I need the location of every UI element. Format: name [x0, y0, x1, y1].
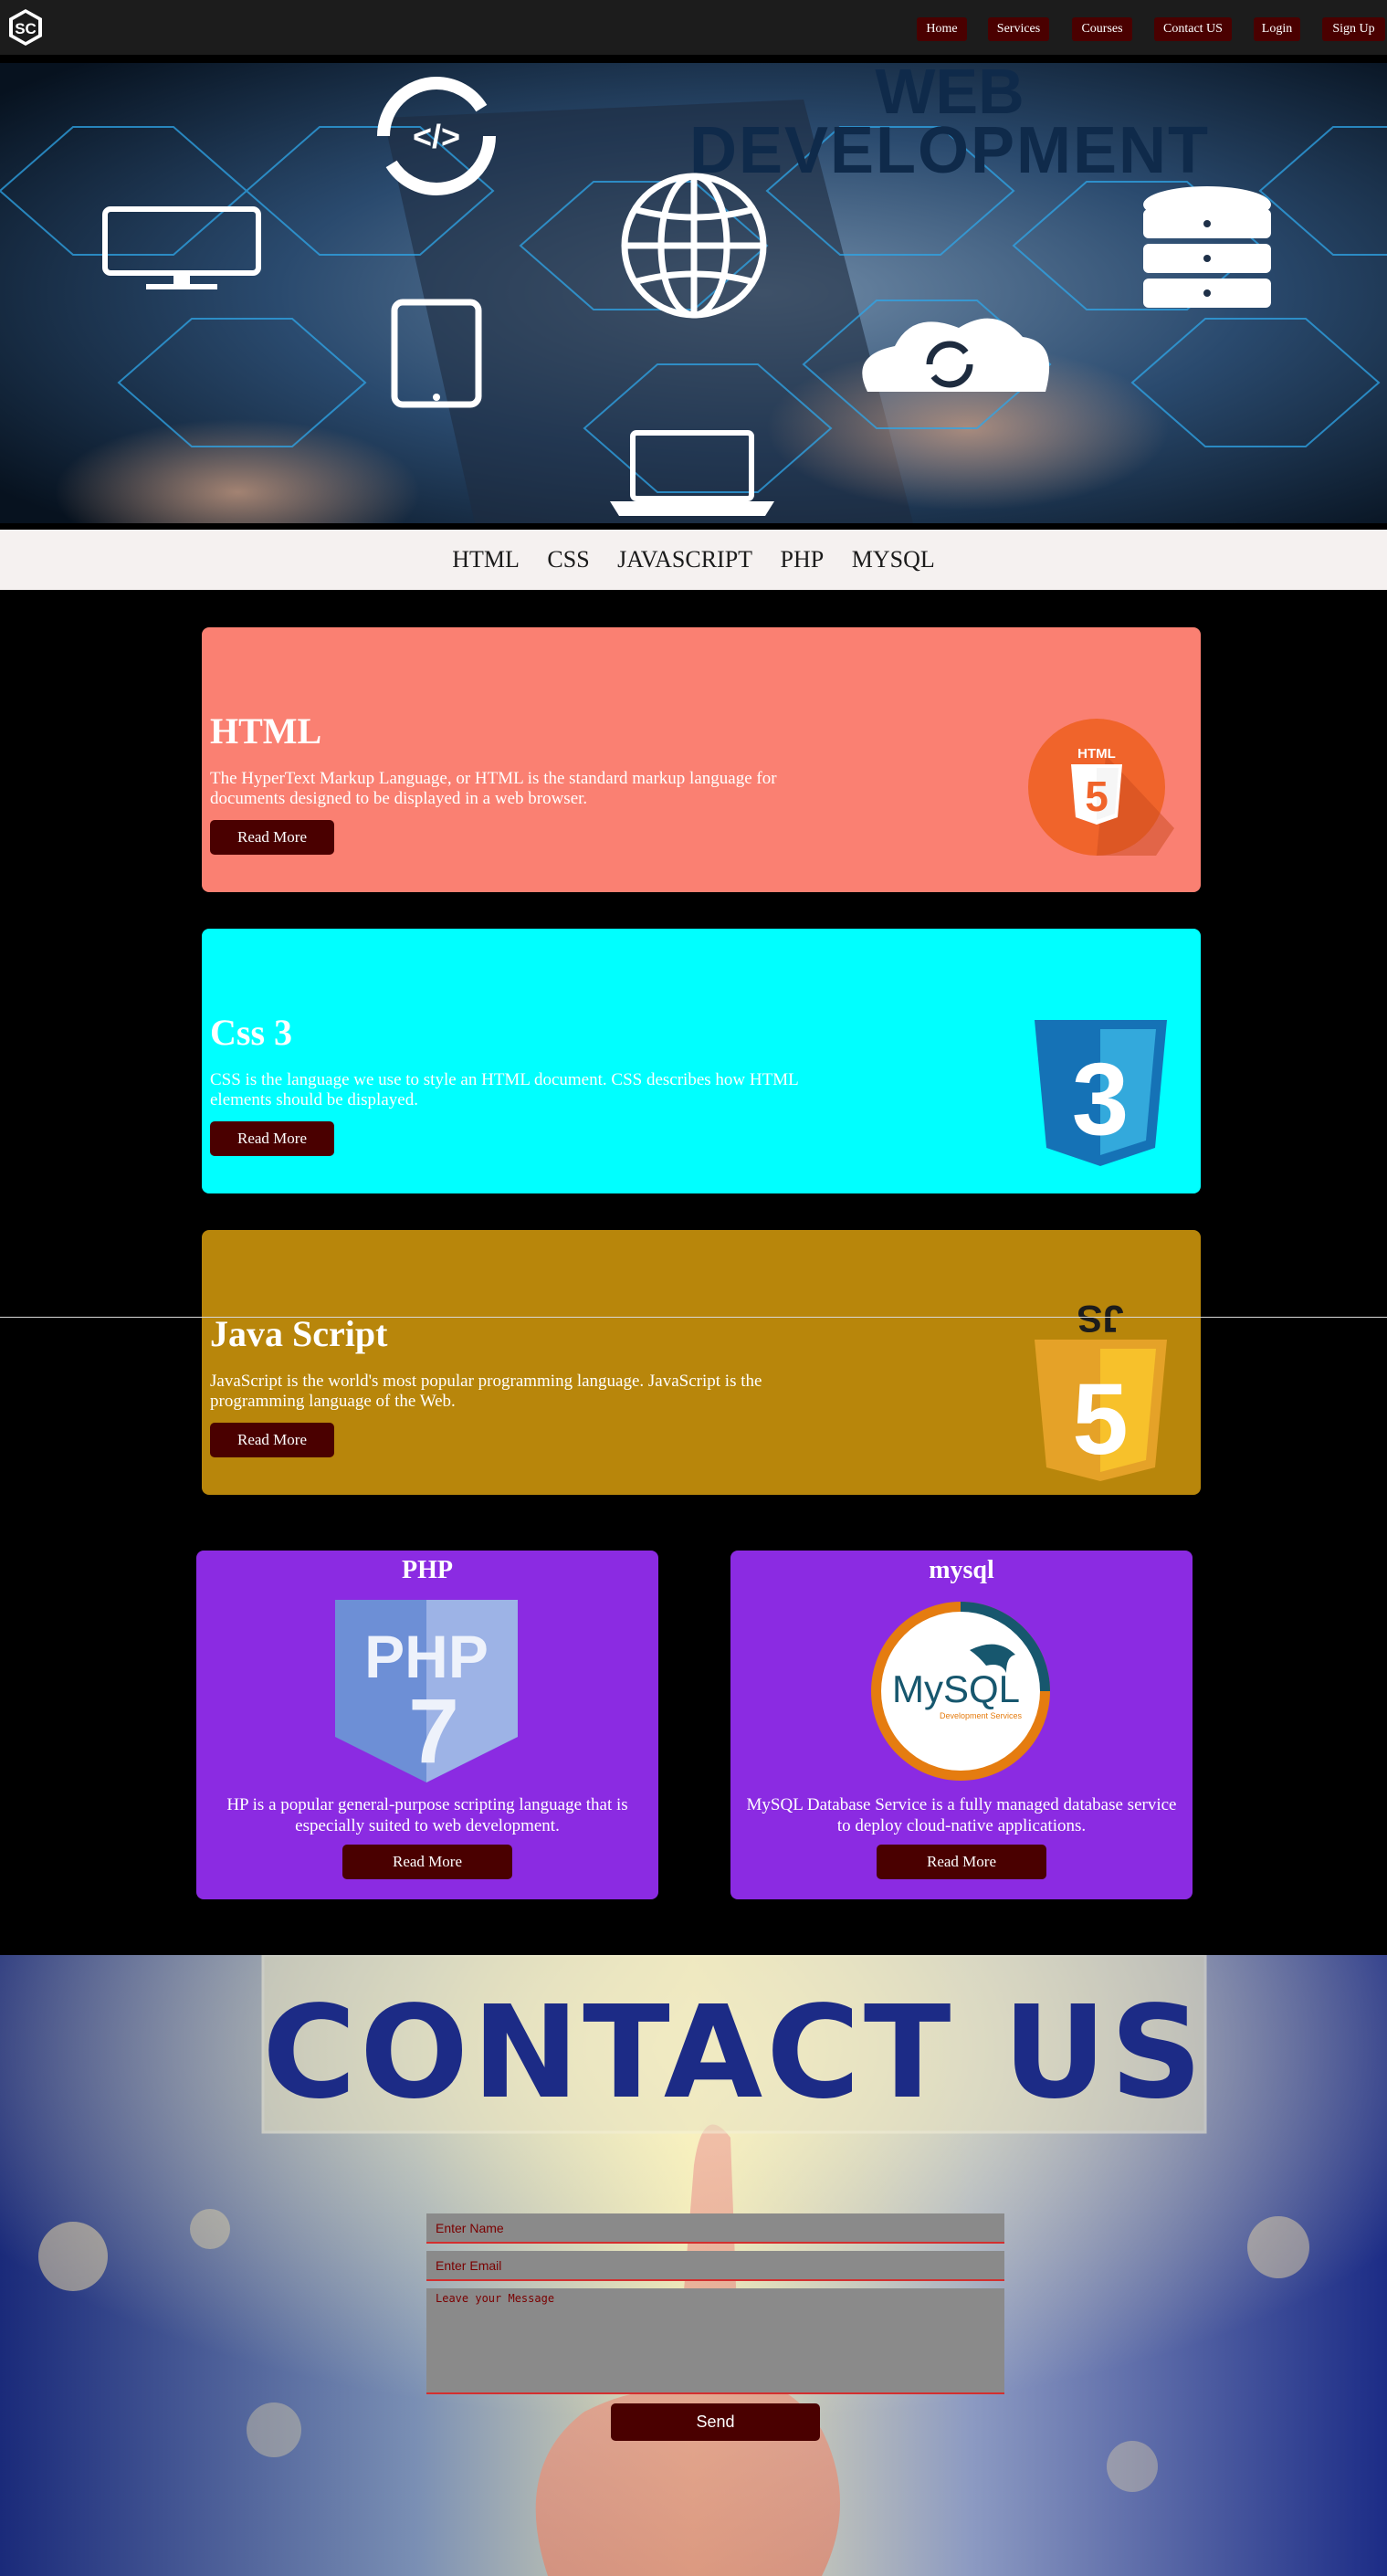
- top-navbar: SC Home Services Courses Contact US Logi…: [0, 0, 1387, 55]
- css-read-more-button[interactable]: Read More: [210, 1121, 334, 1156]
- html-card-description: The HyperText Markup Language, or HTML i…: [210, 769, 777, 808]
- php-read-more-button[interactable]: Read More: [342, 1845, 512, 1879]
- svg-text:3: 3: [1072, 1042, 1129, 1156]
- email-field[interactable]: [426, 2251, 1004, 2281]
- name-field[interactable]: [426, 2213, 1004, 2244]
- svg-text:MySQL: MySQL: [892, 1667, 1020, 1710]
- tech-link-css[interactable]: CSS: [547, 546, 589, 573]
- nav-login-button[interactable]: Login: [1254, 17, 1300, 41]
- svg-text:7: 7: [408, 1680, 459, 1782]
- svg-text:5: 5: [1085, 773, 1109, 820]
- send-button[interactable]: Send: [611, 2403, 820, 2441]
- php-card: PHP PHP 7 HP is a popular general-purpos…: [196, 1551, 658, 1899]
- svg-text:DEVELOPMENT: DEVELOPMENT: [689, 114, 1210, 187]
- message-textarea[interactable]: [426, 2288, 1004, 2392]
- mysql-logo-icon: MySQL Development Services: [871, 1602, 1050, 1781]
- globe-icon: [621, 173, 767, 319]
- javascript-read-more-button[interactable]: Read More: [210, 1423, 334, 1457]
- svg-text:JS: JS: [1077, 1299, 1123, 1341]
- nav-services-button[interactable]: Services: [988, 17, 1049, 41]
- css3-logo-icon: 3: [1035, 1020, 1167, 1166]
- nav-contact-button[interactable]: Contact US: [1154, 17, 1232, 41]
- hero-illustration: WEB DEVELOPMENT </>: [0, 63, 1387, 523]
- nav-home-button[interactable]: Home: [917, 17, 967, 41]
- css-card-description: CSS is the language we use to style an H…: [210, 1070, 798, 1109]
- mysql-card: mysql MySQL Development Services MySQL D…: [730, 1551, 1193, 1899]
- php7-logo-icon: PHP 7: [335, 1600, 518, 1782]
- database-icon: [1143, 186, 1271, 308]
- mysql-card-description: MySQL Database Service is a fully manage…: [746, 1795, 1177, 1835]
- html-card-title: HTML: [210, 710, 322, 752]
- mysql-card-title: mysql: [929, 1556, 994, 1584]
- email-input[interactable]: [426, 2251, 1004, 2279]
- hero-banner: WEB DEVELOPMENT </>: [0, 63, 1387, 523]
- nav-signup-button[interactable]: Sign Up: [1322, 17, 1385, 41]
- javascript-logo-icon: JS 5: [1035, 1299, 1167, 1481]
- tech-link-php[interactable]: PHP: [781, 546, 825, 573]
- html-read-more-button[interactable]: Read More: [210, 820, 334, 855]
- svg-text:5: 5: [1072, 1363, 1128, 1476]
- message-field[interactable]: [426, 2288, 1004, 2394]
- svg-text:HTML: HTML: [1077, 746, 1116, 762]
- name-input[interactable]: [426, 2213, 1004, 2242]
- javascript-card-description: JavaScript is the world's most popular p…: [210, 1372, 762, 1411]
- css-card-title: Css 3: [210, 1012, 293, 1053]
- svg-text:SC: SC: [15, 20, 37, 37]
- javascript-card-title: Java Script: [210, 1313, 388, 1354]
- svg-text:</>: </>: [413, 118, 460, 155]
- svg-text:CONTACT US: CONTACT US: [262, 1979, 1205, 2128]
- tech-link-mysql[interactable]: MYSQL: [852, 546, 935, 573]
- html-card: HTML The HyperText Markup Language, or H…: [202, 627, 1201, 892]
- divider-line: [0, 1317, 1387, 1318]
- html5-logo-icon: HTML 5: [1028, 719, 1174, 856]
- site-logo-icon[interactable]: SC: [5, 7, 46, 47]
- php-card-description: HP is a popular general-purpose scriptin…: [226, 1795, 628, 1835]
- tech-navigation-bar: HTML CSS JAVASCRIPT PHP MYSQL: [0, 530, 1387, 590]
- css-card: Css 3 CSS is the language we use to styl…: [202, 929, 1201, 1193]
- svg-text:Development Services: Development Services: [940, 1711, 1023, 1720]
- php-card-title: PHP: [402, 1556, 453, 1584]
- tech-link-javascript[interactable]: JAVASCRIPT: [617, 546, 752, 573]
- javascript-card: Java Script JavaScript is the world's mo…: [202, 1230, 1201, 1495]
- tech-link-html[interactable]: HTML: [452, 546, 520, 573]
- nav-courses-button[interactable]: Courses: [1072, 17, 1132, 41]
- mysql-read-more-button[interactable]: Read More: [877, 1845, 1046, 1879]
